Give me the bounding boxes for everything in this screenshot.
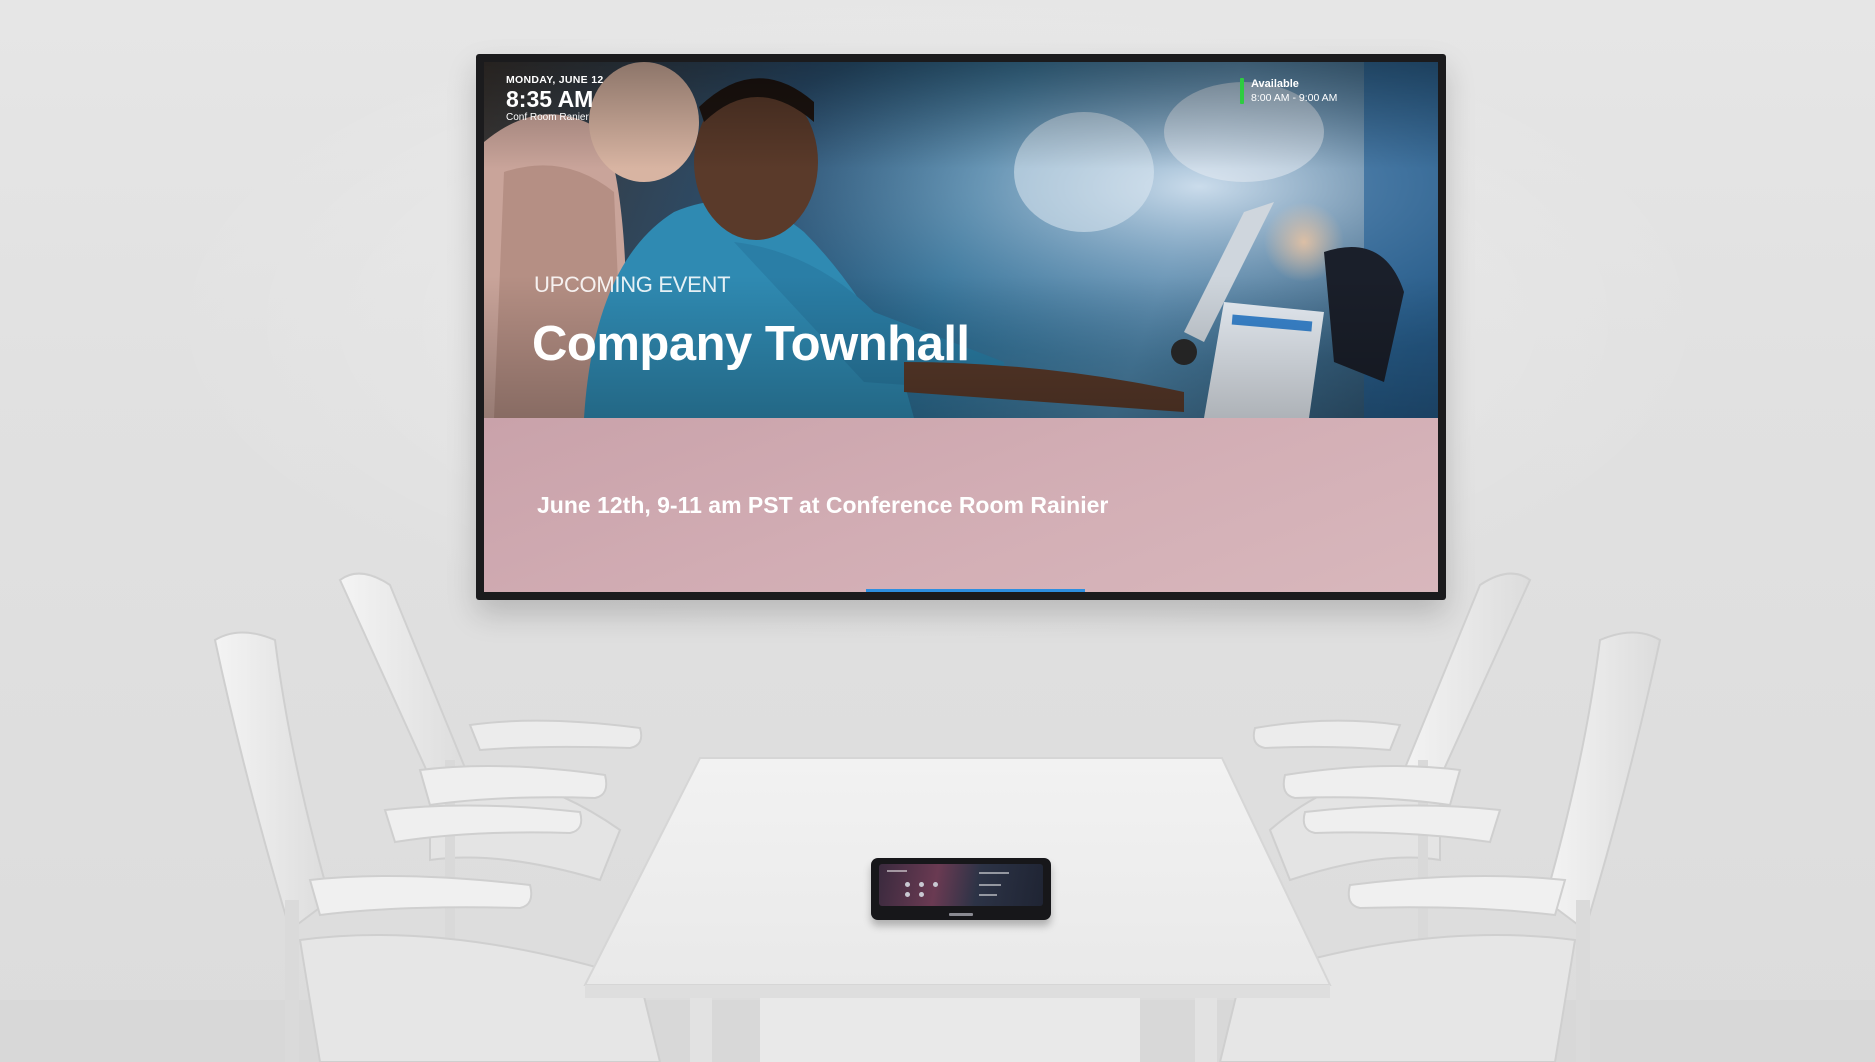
panel-logo	[949, 913, 973, 916]
panel-ui-line	[979, 894, 997, 896]
panel-ui-dot	[905, 892, 910, 897]
panel-screen	[879, 864, 1043, 906]
panel-ui-line	[979, 872, 1009, 874]
panel-ui-dot	[919, 892, 924, 897]
room-control-panel	[871, 858, 1051, 920]
panel-ui-dot	[905, 882, 910, 887]
panel-ui-dot	[933, 882, 938, 887]
panel-ui-dot	[919, 882, 924, 887]
conference-room-scene: MONDAY, JUNE 12 8:35 AM Conf Room Ranier…	[0, 0, 1875, 1062]
panel-ui-line	[887, 870, 907, 872]
panel-ui-line	[979, 884, 1001, 886]
